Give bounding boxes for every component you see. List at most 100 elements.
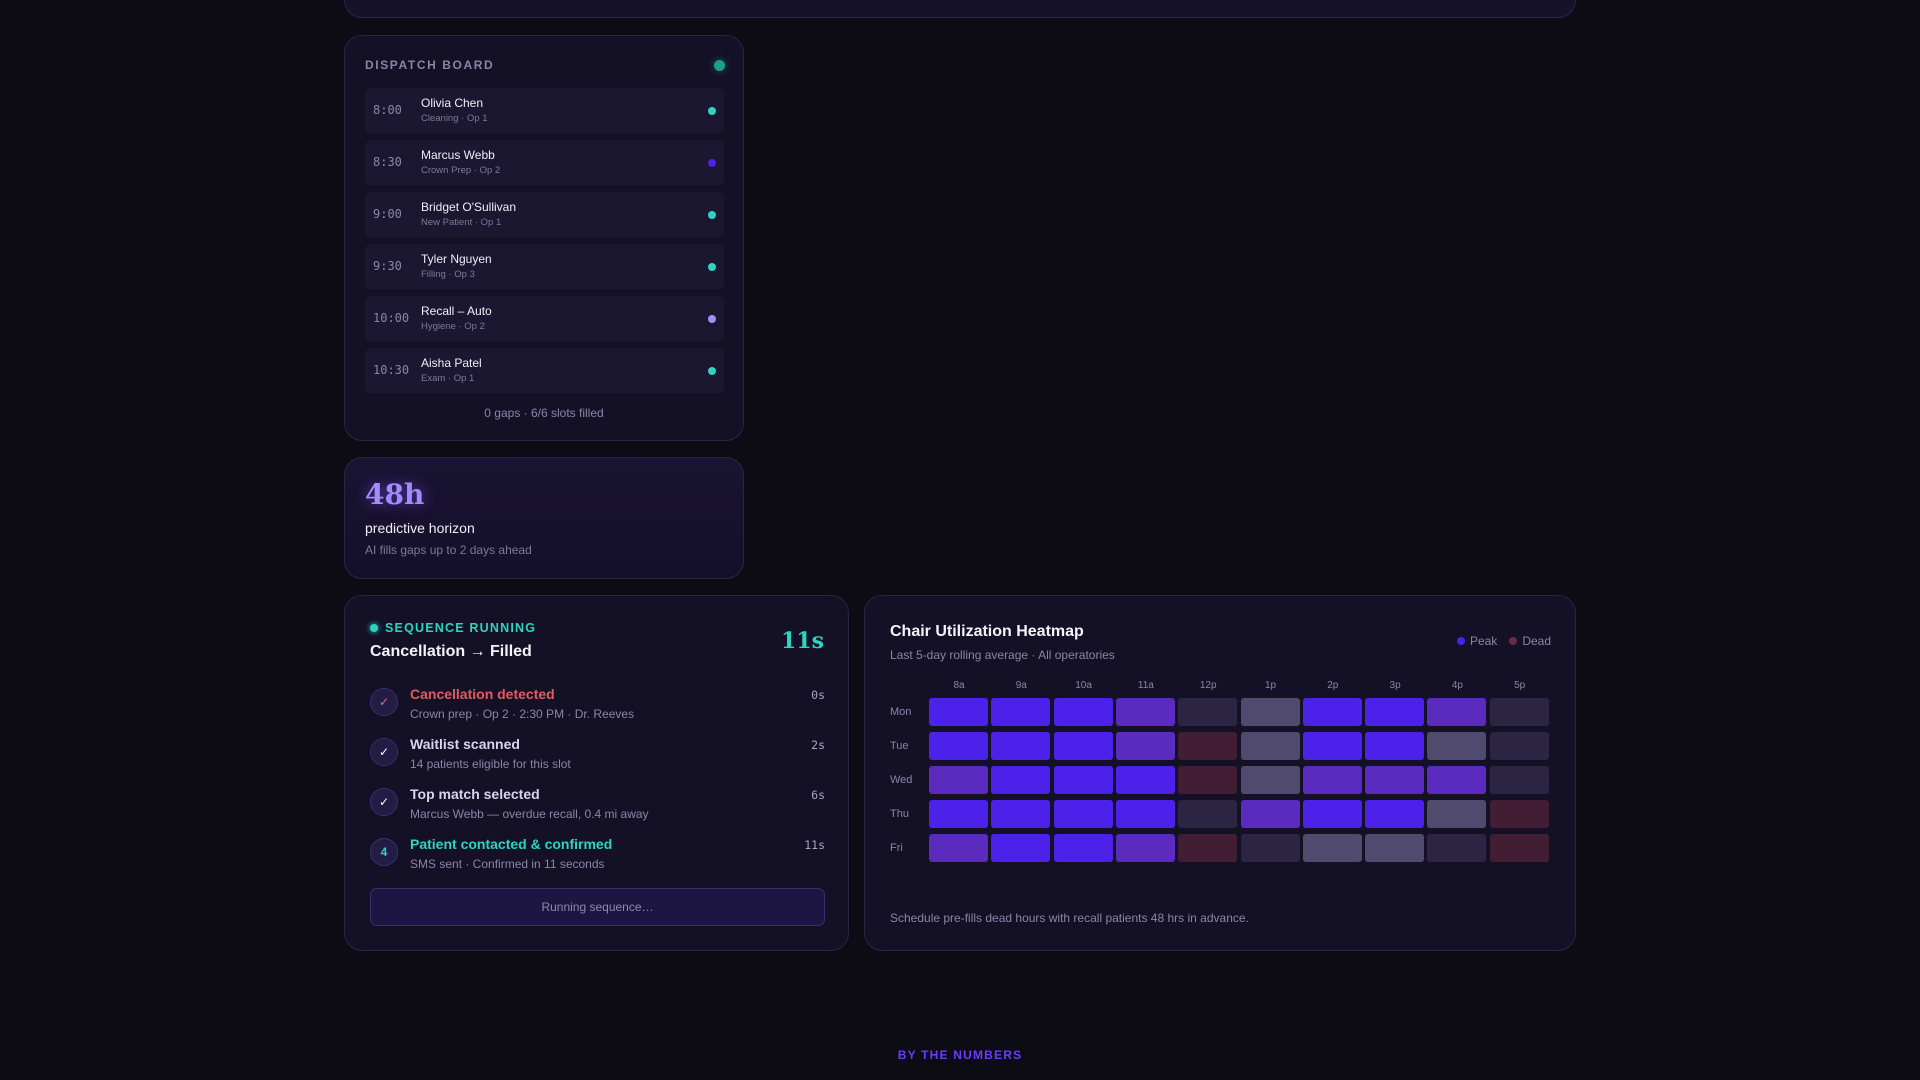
heatmap-cell[interactable] <box>1178 732 1238 760</box>
heatmap-cell[interactable] <box>929 732 988 760</box>
heatmap-column-label: 5p <box>1514 680 1526 691</box>
heatmap-cell[interactable] <box>1053 800 1113 828</box>
heatmap-cell[interactable] <box>1053 766 1113 794</box>
heatmap-cell[interactable] <box>991 800 1051 828</box>
heatmap-cell[interactable] <box>929 698 988 726</box>
heatmap-legend: Peak Dead <box>1456 634 1551 648</box>
appointment-time: 9:30 <box>373 259 402 273</box>
heatmap-cell[interactable] <box>1427 766 1487 794</box>
heatmap-cell[interactable] <box>1365 800 1425 828</box>
running-sequence-button[interactable]: Running sequence… <box>370 888 825 926</box>
horizon-sublabel: AI fills gaps up to 2 days ahead <box>365 543 532 557</box>
heatmap-cell[interactable] <box>1178 834 1238 862</box>
legend-label-dead: Dead <box>1522 634 1551 648</box>
dispatch-row[interactable]: 9:30 Tyler Nguyen Filling · Op 3 <box>365 244 724 289</box>
heatmap-cell[interactable] <box>1053 732 1113 760</box>
heatmap-cell[interactable] <box>1240 766 1300 794</box>
heatmap-cell[interactable] <box>1178 698 1238 726</box>
section-label: BY THE NUMBERS <box>897 1048 1023 1062</box>
heatmap-cell[interactable] <box>991 834 1051 862</box>
heatmap-cell[interactable] <box>1302 800 1362 828</box>
sequence-status-label: SEQUENCE RUNNING <box>385 621 537 635</box>
dispatch-row[interactable]: 10:00 Recall – Auto Hygiene · Op 2 <box>365 296 724 341</box>
heatmap-column-label: 12p <box>1199 680 1217 691</box>
chair-utilization-heatmap-card: Chair Utilization Heatmap Last 5-day rol… <box>864 595 1576 951</box>
heatmap-cell[interactable] <box>1302 834 1362 862</box>
appointment-detail: Crown Prep · Op 2 <box>421 165 501 176</box>
heatmap-cell[interactable] <box>991 698 1051 726</box>
appointment-detail: Cleaning · Op 1 <box>421 113 488 124</box>
heatmap-cell[interactable] <box>1302 766 1362 794</box>
heatmap-column-label: 11a <box>1137 680 1154 691</box>
dispatch-board-summary: 0 gaps · 6/6 slots filled <box>484 406 604 420</box>
heatmap-cell[interactable] <box>1365 834 1425 862</box>
heatmap-cell[interactable] <box>929 834 988 862</box>
heatmap-footer-note: Schedule pre-fills dead hours with recal… <box>890 911 1249 925</box>
dispatch-row[interactable]: 10:30 Aisha Patel Exam · Op 1 <box>365 348 724 393</box>
heatmap-cell[interactable] <box>1115 698 1175 726</box>
heatmap-cell[interactable] <box>1427 800 1487 828</box>
heatmap-cell[interactable] <box>1489 766 1549 794</box>
heatmap-column-label: 4p <box>1451 680 1463 691</box>
heatmap-cell[interactable] <box>1489 698 1549 726</box>
heatmap-cell[interactable] <box>1240 800 1300 828</box>
step-detail: 14 patients eligible for this slot <box>410 757 571 771</box>
heatmap-cell[interactable] <box>1427 698 1487 726</box>
patient-name: Tyler Nguyen <box>421 252 492 266</box>
step-title: Patient contacted & confirmed <box>410 836 613 852</box>
step-title: Top match selected <box>410 786 540 802</box>
horizon-value: 48h <box>365 478 425 511</box>
heatmap-row-label: Fri <box>890 842 903 854</box>
heatmap-cell[interactable] <box>1365 698 1425 726</box>
heatmap-cell[interactable] <box>1053 698 1113 726</box>
sequence-step: ✓ Waitlist scanned 14 patients eligible fo… <box>370 736 825 782</box>
heatmap-column-label: 9a <box>1015 680 1027 691</box>
dispatch-row[interactable]: 8:30 Marcus Webb Crown Prep · Op 2 <box>365 140 724 185</box>
step-elapsed-time: 11s <box>804 838 825 852</box>
heatmap-cell[interactable] <box>1178 766 1238 794</box>
heatmap-cell[interactable] <box>1053 834 1113 862</box>
heatmap-cell[interactable] <box>1115 766 1175 794</box>
heatmap-cell[interactable] <box>1115 800 1175 828</box>
heatmap-cell[interactable] <box>1489 800 1549 828</box>
heatmap-cell[interactable] <box>1178 800 1238 828</box>
heatmap-cell[interactable] <box>1240 732 1300 760</box>
heatmap-cell[interactable] <box>1427 732 1487 760</box>
heatmap-cell[interactable] <box>1302 732 1362 760</box>
heatmap-column-label: 10a <box>1075 680 1092 691</box>
heatmap-row-label: Tue <box>890 740 909 752</box>
patient-name: Marcus Webb <box>421 148 495 162</box>
step-title: Cancellation detected <box>410 686 555 702</box>
status-dot-icon <box>708 367 716 375</box>
heatmap-title: Chair Utilization Heatmap <box>890 623 1084 640</box>
sequence-step: ✓ Top match selected Marcus Webb — overdue… <box>370 786 825 832</box>
heatmap-cell[interactable] <box>1489 732 1549 760</box>
step-detail: Marcus Webb — overdue recall, 0.4 mi awa… <box>410 807 649 821</box>
heatmap-cell[interactable] <box>1427 834 1487 862</box>
heatmap-cell[interactable] <box>1365 766 1425 794</box>
heatmap-cell[interactable] <box>929 766 988 794</box>
heatmap-column-label: 1p <box>1264 680 1277 691</box>
appointment-detail: Exam · Op 1 <box>421 373 475 384</box>
legend-item-dead: Dead <box>1509 634 1551 648</box>
dispatch-row[interactable]: 8:00 Olivia Chen Cleaning · Op 1 <box>365 88 724 133</box>
heatmap-cell[interactable] <box>991 732 1051 760</box>
heatmap-cell[interactable] <box>1115 834 1175 862</box>
heatmap-cell[interactable] <box>1489 834 1549 862</box>
running-status-dot <box>370 624 378 632</box>
top-panel-edge <box>344 0 1576 18</box>
sequence-status: SEQUENCE RUNNING <box>370 621 536 635</box>
heatmap-cell[interactable] <box>991 766 1051 794</box>
heatmap-column-label: 3p <box>1389 680 1401 691</box>
predictive-horizon-card: 48h predictive horizon AI fills gaps up … <box>344 457 744 579</box>
heatmap-cell[interactable] <box>1240 698 1300 726</box>
heatmap-cell[interactable] <box>1365 732 1425 760</box>
heatmap-cell[interactable] <box>1240 834 1300 862</box>
heatmap-cell[interactable] <box>929 800 988 828</box>
dispatch-board-title: DISPATCH BOARD <box>365 58 495 72</box>
status-dot-icon <box>708 211 716 219</box>
sequence-card: SEQUENCE RUNNING Cancellation → Filled 1… <box>344 595 849 951</box>
heatmap-cell[interactable] <box>1302 698 1362 726</box>
dispatch-row[interactable]: 9:00 Bridget O'Sullivan New Patient · Op 1 <box>365 192 724 237</box>
heatmap-cell[interactable] <box>1115 732 1175 760</box>
